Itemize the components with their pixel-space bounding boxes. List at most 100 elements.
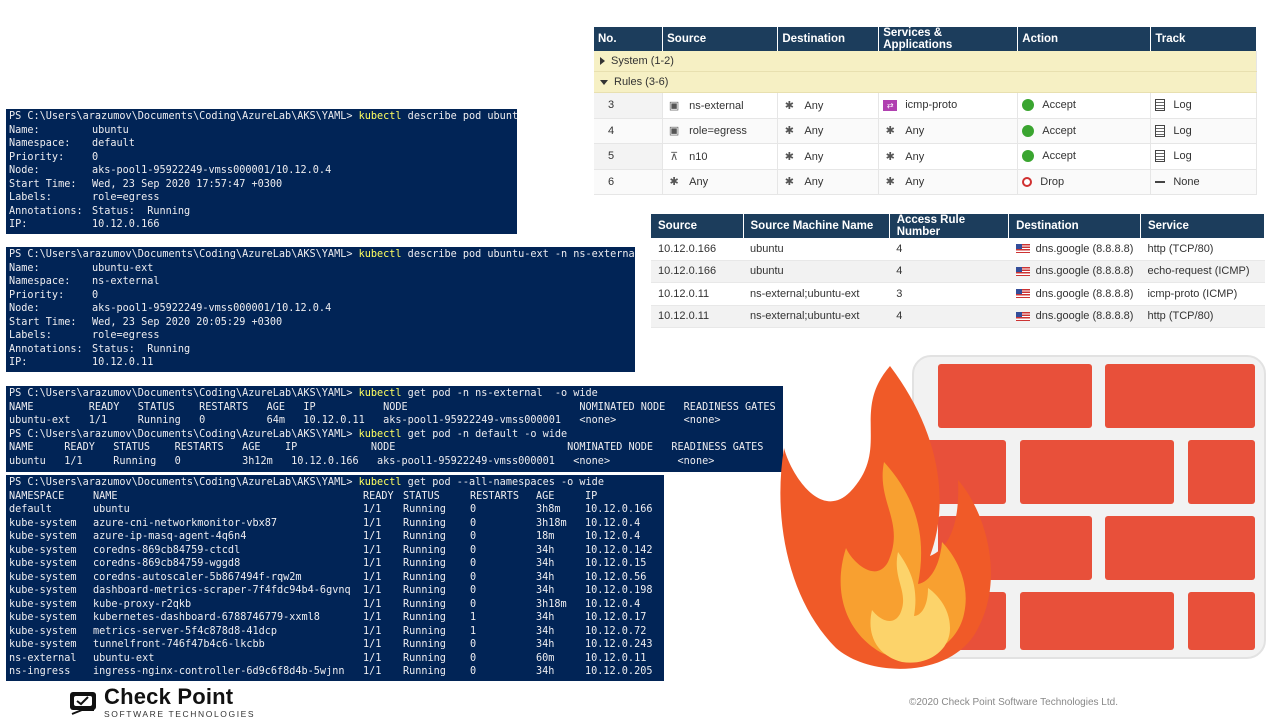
cell: 10.12.0.17 [585, 612, 647, 623]
log-value: http (TCP/80) [1147, 310, 1214, 323]
column-header: AGE [536, 490, 555, 502]
rule-row[interactable]: 5 ⊼ n10 ✱ Any ✱ Any Accept Log [594, 143, 1257, 170]
column-header: IP [585, 490, 598, 502]
rule-source[interactable]: ✱ Any [662, 169, 779, 195]
rule-action[interactable]: Accept [1017, 92, 1152, 119]
drop-icon [1022, 176, 1033, 187]
cell: 0 [470, 639, 477, 650]
rule-track[interactable]: Log [1150, 143, 1257, 170]
terminal-output-row: Namespace: ns-external [9, 275, 632, 289]
rule-action[interactable]: Accept [1017, 143, 1152, 170]
column-header-services-applications[interactable]: Services & Applications [878, 27, 1019, 51]
network-icon: ⊼ [670, 150, 679, 163]
log-icon [1155, 124, 1166, 137]
rule-track[interactable]: Log [1150, 92, 1257, 119]
column-header-destination[interactable]: Destination [777, 27, 880, 51]
log-row[interactable]: 10.12.0.11 ns-external;ubuntu-ext 4 dns.goo… [651, 305, 1265, 328]
column-header-no[interactable]: No. [594, 27, 664, 51]
accept-icon [1022, 99, 1035, 112]
cell: 0 [470, 504, 477, 515]
rule-service[interactable]: ✱ Any [878, 169, 1019, 195]
cell: ns-ingress [9, 666, 71, 677]
source-label: Any [689, 176, 709, 189]
rule-track[interactable]: None [1150, 169, 1257, 195]
field-key: Namespace: [9, 276, 71, 287]
cell: kube-system [9, 571, 77, 583]
rule-action[interactable]: Accept [1017, 118, 1152, 144]
column-header[interactable]: Destination [1008, 214, 1141, 238]
rule-source[interactable]: ⊼ n10 [662, 143, 779, 170]
column-header[interactable]: Source Machine Name [743, 214, 890, 238]
terminal-output-row: kube-system coredns-autoscaler-5b867494f-… [9, 571, 661, 585]
column-header[interactable]: Source [651, 214, 744, 238]
any-icon: ✱ [784, 150, 794, 163]
terminal-output-row: kube-system tunnelfront-746f47b4c6-lkcbb 1… [9, 638, 661, 652]
column-header-source[interactable]: Source [662, 27, 779, 51]
log-cell: dns.google (8.8.8.8) [1008, 260, 1141, 283]
track-label: None [1173, 175, 1200, 188]
section-rules[interactable]: Rules (3-6) [594, 71, 1257, 93]
log-row[interactable]: 10.12.0.166 ubuntu 4 dns.google (8.8.8.8) ht… [651, 238, 1265, 261]
log-value: 10.12.0.11 [658, 310, 710, 323]
cell: Running [403, 571, 446, 583]
field-key: Node: [9, 165, 40, 176]
rule-row[interactable]: 4 ▣ role=egress ✱ Any ✱ Any Accept Log [594, 118, 1257, 144]
rule-destination[interactable]: ✱ Any [777, 169, 880, 195]
terminal-output-row: Node: aks-pool1-95922249-vmss000001/10.12… [9, 164, 514, 178]
field-key: IP: [9, 219, 28, 230]
rule-source[interactable]: ▣ role=egress [662, 118, 779, 144]
rule-service[interactable]: ✱ Any [878, 118, 1019, 144]
rule-destination[interactable]: ✱ Any [777, 143, 880, 170]
cell: 1/1 [363, 531, 382, 542]
cell: kube-system [9, 585, 77, 596]
log-row[interactable]: 10.12.0.11 ns-external;ubuntu-ext 3 dns.goo… [651, 282, 1265, 306]
cell: 34h [536, 612, 555, 623]
rule-service[interactable]: ⇄ icmp-proto [878, 92, 1019, 119]
rule-action[interactable]: Drop [1017, 169, 1152, 195]
column-header-action[interactable]: Action [1017, 27, 1152, 51]
log-value: dns.google (8.8.8.8) [1035, 265, 1134, 278]
rule-track[interactable]: Log [1150, 118, 1257, 144]
none-icon [1155, 180, 1166, 183]
collapse-icon[interactable] [600, 79, 608, 85]
terminal-output-row: ns-external ubuntu-ext 1/1 Running 0 60m 10.12… [9, 652, 661, 666]
log-cell: 3 [889, 282, 1009, 306]
rule-row[interactable]: 6 ✱ Any ✱ Any ✱ Any Drop None [594, 169, 1257, 195]
rule-destination[interactable]: ✱ Any [777, 118, 880, 144]
cell: 1/1 [363, 504, 382, 515]
cell: 0 [470, 598, 477, 610]
column-header-track[interactable]: Track [1150, 27, 1257, 51]
section-system[interactable]: System (1-2) [594, 51, 1257, 72]
terminal-prompt-line: PS C:\Users\arazumov\Documents\Coding\Az… [9, 477, 604, 488]
column-header[interactable]: Access Rule Number [889, 214, 1010, 238]
check-point-logo: Check Point SOFTWARE TECHNOLOGIES [68, 686, 255, 719]
rule-source[interactable]: ▣ ns-external [662, 92, 779, 119]
rule-row[interactable]: 3 ▣ ns-external ✱ Any ⇄ icmp-proto Accept Log [594, 92, 1257, 119]
brand-name: Check Point [104, 684, 234, 709]
logs-table: Source Source Machine Name Access Rule Num… [651, 214, 1266, 328]
log-value: 10.12.0.166 [658, 242, 717, 255]
log-value: 4 [896, 265, 903, 278]
log-cell: dns.google (8.8.8.8) [1008, 238, 1141, 261]
cell: 10.12.0.166 [585, 504, 653, 515]
access-rulebase-table: No. Source Destination Services & Applicati… [594, 27, 1257, 195]
rule-service[interactable]: ✱ Any [878, 143, 1019, 170]
rule-destination[interactable]: ✱ Any [777, 92, 880, 119]
us-flag-icon [1015, 289, 1030, 299]
rule-number[interactable]: 6 [594, 169, 664, 195]
terminal-output-row: Start Time: Wed, 23 Sep 2020 20:05:29 +03… [9, 316, 632, 330]
expand-icon[interactable] [600, 57, 605, 66]
field-value: Wed, 23 Sep 2020 20:05:29 +0300 [92, 316, 283, 328]
rule-number[interactable]: 5 [594, 143, 664, 170]
log-cell: 4 [889, 260, 1009, 283]
cell: azure-ip-masq-agent-4q6n4 [93, 531, 247, 542]
terminal-output-row: kube-system metrics-server-5f4c878d8-41dc… [9, 625, 661, 639]
column-header[interactable]: Service [1140, 214, 1266, 238]
source-label: n10 [689, 150, 708, 163]
cell: default [9, 504, 52, 515]
rule-number[interactable]: 3 [594, 92, 664, 119]
any-icon: ✱ [669, 176, 679, 189]
log-row[interactable]: 10.12.0.166 ubuntu 4 dns.google (8.8.8.8) ec… [651, 260, 1265, 283]
terminal-output-row: ns-ingress ingress-nginx-controller-6d9c6… [9, 665, 661, 679]
rule-number[interactable]: 4 [594, 118, 664, 144]
